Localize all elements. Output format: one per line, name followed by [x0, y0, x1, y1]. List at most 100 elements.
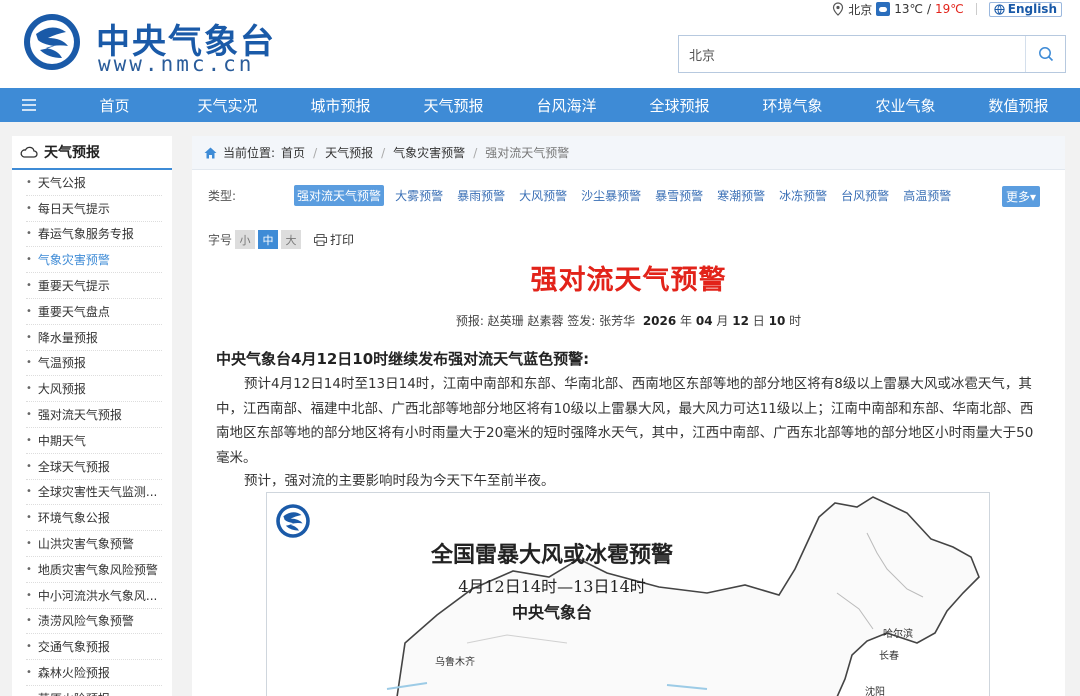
- cloud-icon: [20, 146, 38, 158]
- article-title: 强对流天气预警: [530, 265, 727, 296]
- home-icon: [204, 147, 217, 158]
- byline-year: 2026: [642, 314, 677, 328]
- sidebar-item[interactable]: 中小河流洪水气象风...: [26, 583, 162, 609]
- sidebar-item[interactable]: 山洪灾害气象预警: [26, 531, 162, 557]
- breadcrumb-sep: /: [313, 145, 318, 160]
- byline-unit: 年: [680, 314, 693, 328]
- nav-item[interactable]: 城市预报: [284, 95, 397, 116]
- more-types-button[interactable]: 更多▾: [1001, 186, 1040, 207]
- map-city-label: 乌鲁木齐: [435, 657, 475, 668]
- map-title: 全国雷暴大风或冰雹预警: [430, 542, 673, 568]
- logo-text-en[interactable]: www.nmc.cn: [98, 52, 254, 76]
- sidebar-item[interactable]: 气温预报: [26, 351, 162, 377]
- nav-item[interactable]: 台风海洋: [510, 95, 623, 116]
- type-label: 类型:: [208, 188, 237, 203]
- nav-item[interactable]: 全球预报: [623, 95, 736, 116]
- search-input[interactable]: [679, 36, 1025, 72]
- search-icon: [1038, 47, 1053, 62]
- breadcrumb-link[interactable]: 首页: [281, 144, 305, 161]
- weather-cloudy-icon: [876, 2, 891, 16]
- sidebar-item[interactable]: 中期天气: [26, 428, 162, 454]
- temp-high: 19℃: [935, 2, 964, 16]
- sidebar-item[interactable]: 强对流天气预报: [26, 402, 162, 428]
- sidebar-item[interactable]: 春运气象服务专报: [26, 222, 162, 248]
- breadcrumb-sep: /: [381, 145, 386, 160]
- byline-unit: 时: [789, 314, 802, 328]
- font-small-button[interactable]: 小: [235, 230, 256, 249]
- search-button[interactable]: [1025, 36, 1065, 72]
- divider: [975, 3, 977, 15]
- font-large-button[interactable]: 大: [281, 230, 302, 249]
- nav-item[interactable]: 天气预报: [397, 95, 510, 116]
- hamburger-icon: [22, 99, 36, 111]
- main-content: 当前位置: 首页 / 天气预报 / 气象灾害预警 / 强对流天气预警 类型: 强…: [192, 136, 1065, 696]
- sidebar-list: 天气公报每日天气提示春运气象服务专报气象灾害预警重要天气提示重要天气盘点降水量预…: [12, 170, 172, 696]
- main-nav: 首页 天气实况 城市预报 天气预报 台风海洋 全球预报 环境气象 农业气象 数值…: [0, 88, 1080, 122]
- warning-type-option[interactable]: 冰冻预警: [776, 185, 830, 206]
- warning-type-option[interactable]: 寒潮预警: [714, 185, 768, 206]
- sidebar-item[interactable]: 森林火险预报: [26, 660, 162, 686]
- warning-type-option[interactable]: 沙尘暴预警: [578, 185, 644, 206]
- location-icon: [833, 2, 844, 16]
- map-city-label: 哈尔滨: [883, 629, 913, 640]
- warning-type-option[interactable]: 强对流天气预警: [294, 184, 385, 206]
- breadcrumb-link[interactable]: 气象灾害预警: [393, 144, 465, 161]
- nav-item[interactable]: 农业气象: [849, 95, 962, 116]
- font-medium-button[interactable]: 中: [258, 230, 279, 249]
- map-agency: 中央气象台: [511, 603, 592, 622]
- english-button[interactable]: English: [988, 1, 1062, 17]
- breadcrumb-current: 强对流天气预警: [485, 146, 570, 160]
- globe-icon: [994, 3, 1005, 15]
- warning-type-option[interactable]: 大雾预警: [392, 185, 446, 206]
- warning-type-option[interactable]: 高温预警: [900, 185, 954, 206]
- breadcrumb-link[interactable]: 天气预报: [325, 144, 373, 161]
- sidebar-item[interactable]: 全球灾害性天气监测...: [26, 480, 162, 506]
- print-label: 打印: [330, 233, 355, 247]
- sidebar-item[interactable]: 天气公报: [26, 170, 162, 196]
- article-lead: 中央气象台4月12日10时继续发布强对流天气蓝色预警:: [216, 350, 590, 368]
- sidebar-title: 天气预报: [12, 136, 172, 170]
- warning-type-option[interactable]: 台风预警: [838, 185, 892, 206]
- byline-day: 12: [732, 314, 749, 328]
- breadcrumb: 当前位置: 首页 / 天气预报 / 气象灾害预警 / 强对流天气预警: [192, 136, 1065, 170]
- map-subtitle: 4月12日14时—13日14时: [458, 577, 646, 596]
- menu-button[interactable]: [0, 99, 58, 111]
- sidebar-item[interactable]: 全球天气预报: [26, 454, 162, 480]
- warning-type-option[interactable]: 暴雨预警: [454, 185, 508, 206]
- nav-item[interactable]: 天气实况: [171, 95, 284, 116]
- sidebar-item[interactable]: 环境气象公报: [26, 505, 162, 532]
- nav-item[interactable]: 环境气象: [736, 95, 849, 116]
- sidebar-item[interactable]: 每日天气提示: [26, 196, 162, 222]
- article-paragraph: 预计4月12日14时至13日14时，江南中南部和东部、华南北部、西南地区东部等地…: [216, 376, 1034, 466]
- sidebar-item[interactable]: 降水量预报: [26, 325, 162, 351]
- english-label: English: [1007, 2, 1057, 16]
- byline-month: 04: [695, 314, 713, 328]
- byline-hour: 10: [768, 314, 786, 328]
- font-size-label: 字号: [208, 233, 233, 247]
- warning-type-option[interactable]: 大风预警: [516, 185, 570, 206]
- breadcrumb-label: 当前位置:: [223, 146, 276, 160]
- article-byline: 预报: 赵英珊 赵素蓉 签发: 张芳华 2026 年 04 月 12 日 10 …: [192, 312, 1065, 329]
- sidebar-item[interactable]: 草原火险预报: [26, 686, 162, 696]
- sidebar-item[interactable]: 地质灾害气象风险预警: [26, 557, 162, 583]
- breadcrumb-sep: /: [473, 145, 478, 160]
- warning-map-image: 全国雷暴大风或冰雹预警 4月12日14时—13日14时 中央气象台 乌鲁木齐 哈…: [266, 492, 990, 696]
- sidebar-item[interactable]: 渍涝风险气象预警: [26, 609, 162, 635]
- sidebar-item[interactable]: 重要天气提示: [26, 273, 162, 299]
- current-city[interactable]: 北京: [848, 1, 872, 18]
- print-button[interactable]: 打印: [314, 231, 354, 248]
- top-info-bar: 北京 13℃ / 19℃ English: [832, 0, 1062, 18]
- temp-separator: /: [926, 2, 931, 16]
- article-paragraph: 预计，强对流的主要影响时段为今天下午至前半夜。: [244, 473, 555, 489]
- sidebar-item[interactable]: 气象灾害预警: [26, 247, 162, 274]
- nav-item[interactable]: 首页: [58, 95, 171, 116]
- nav-item[interactable]: 数值预报: [962, 95, 1075, 116]
- nmc-logo-icon: [276, 504, 310, 538]
- sidebar-item[interactable]: 大风预报: [26, 376, 162, 403]
- byline-unit: 日: [752, 314, 765, 328]
- nmc-logo-icon[interactable]: [22, 12, 82, 72]
- sidebar-item[interactable]: 重要天气盘点: [26, 299, 162, 325]
- warning-type-option[interactable]: 暴雪预警: [652, 185, 706, 206]
- map-city-label: 长春: [879, 651, 899, 662]
- sidebar-item[interactable]: 交通气象预报: [26, 634, 162, 661]
